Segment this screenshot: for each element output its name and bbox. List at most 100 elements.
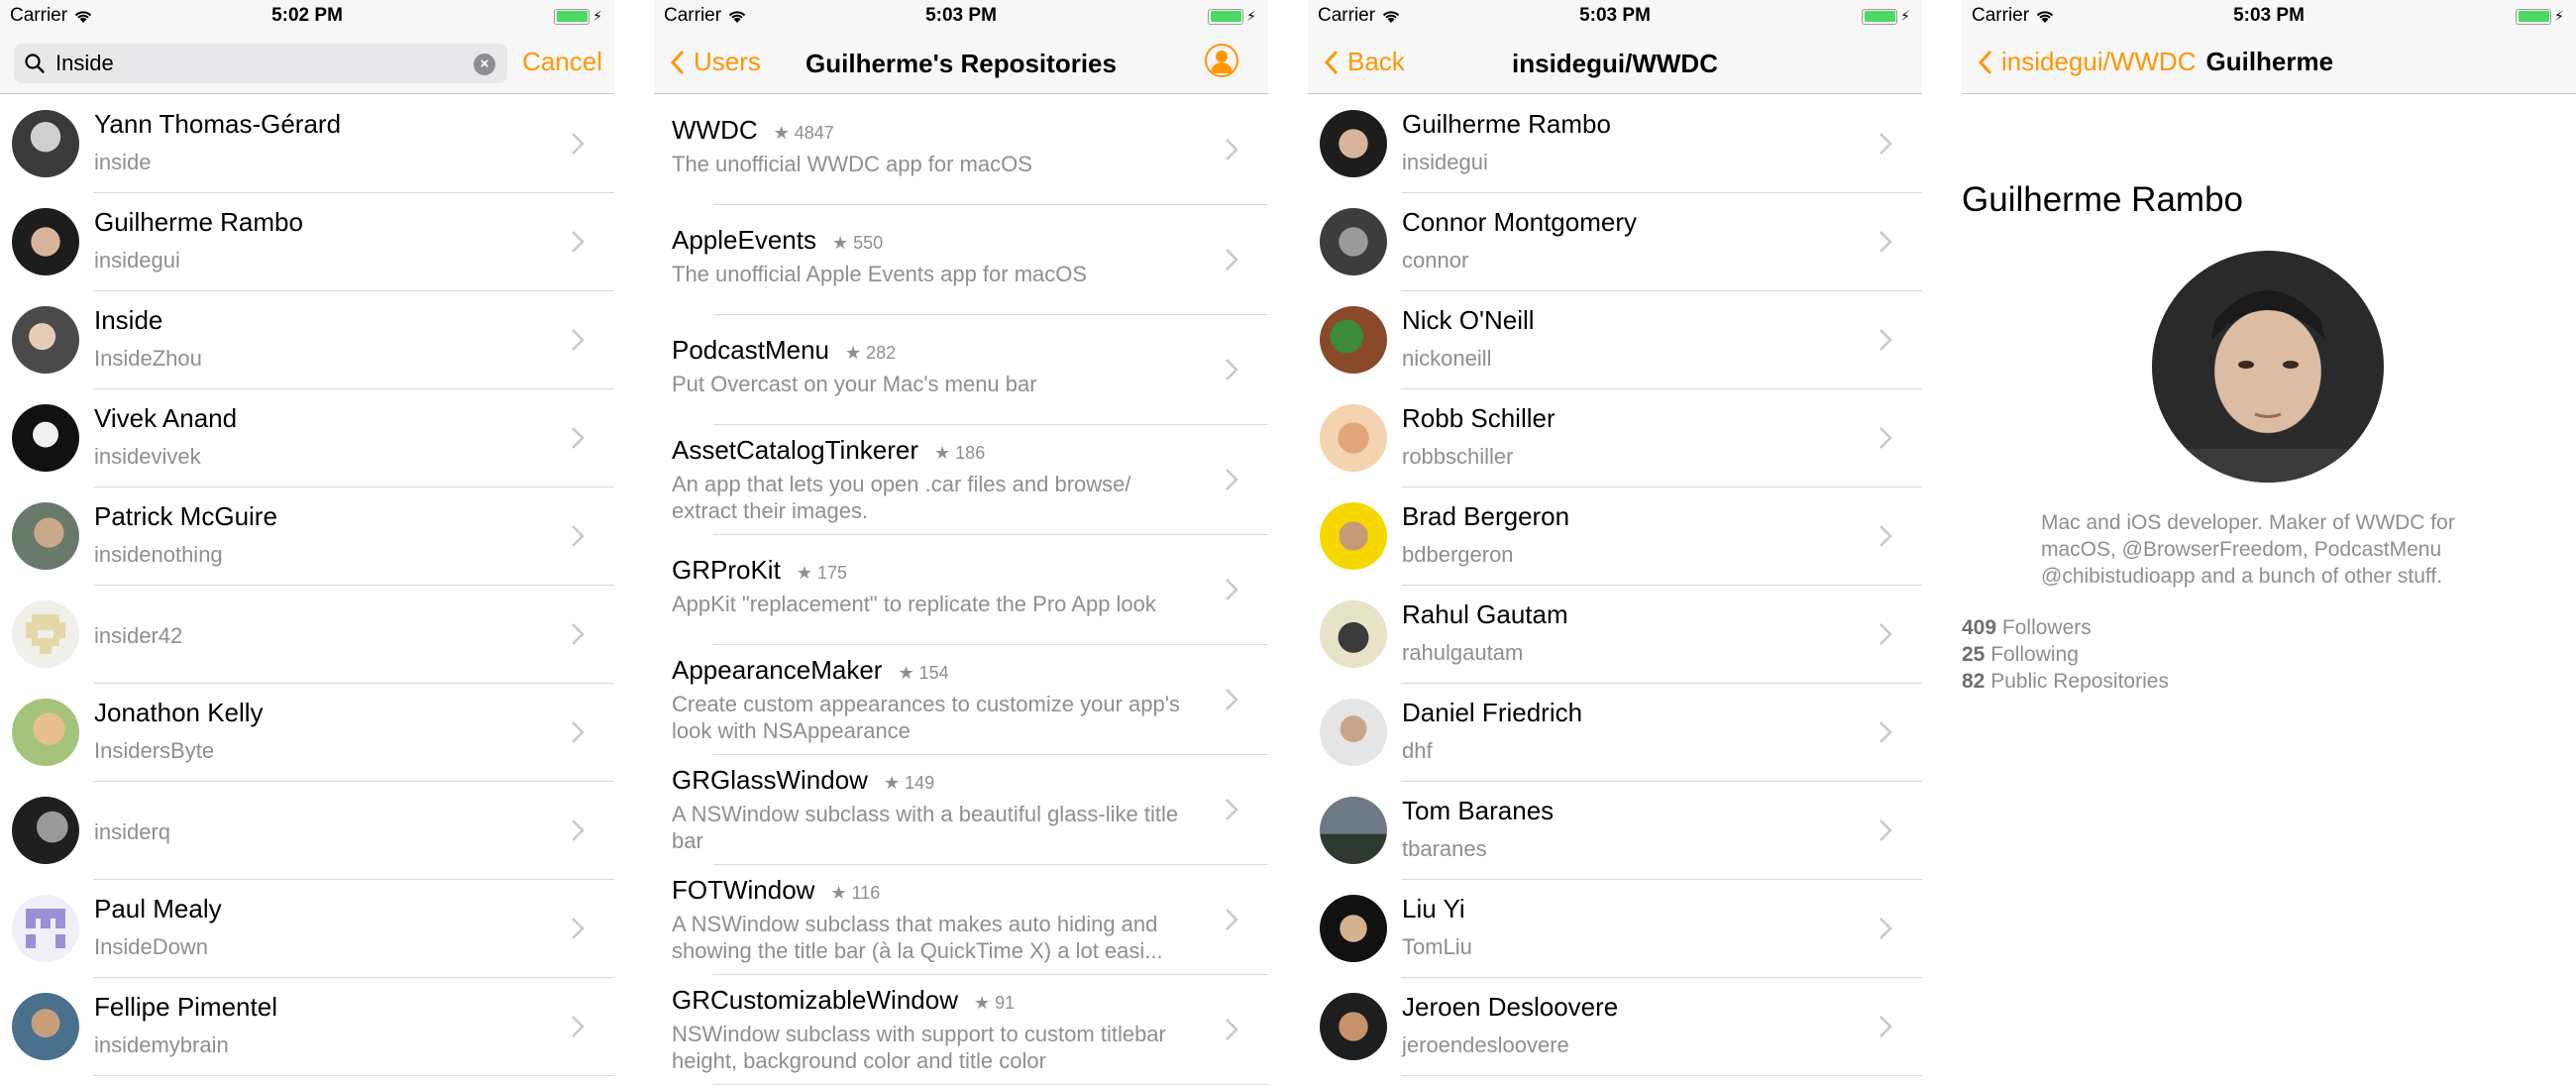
user-name: Nick O'Neill xyxy=(1402,305,1535,335)
chevron-right-icon xyxy=(1226,579,1238,600)
user-login: TomLiu xyxy=(1402,934,1472,959)
list-item[interactable]: Jonathon Kelly InsidersByte xyxy=(0,684,614,782)
repository-row[interactable]: AppleEvents ★ 550 The unofficial Apple Ev… xyxy=(654,205,1268,315)
user-name: Jeroen Desloovere xyxy=(1402,992,1619,1022)
chevron-right-icon xyxy=(1226,689,1238,710)
status-time: 5:02 PM xyxy=(271,5,343,26)
list-item[interactable]: Robb Schiller robbschiller xyxy=(1308,389,1922,488)
user-login: connor xyxy=(1402,248,1469,272)
repo-description: AppKit "replacement" to replicate the Pr… xyxy=(672,592,1156,616)
user-login: bdbergeron xyxy=(1402,542,1514,567)
user-name: Rahul Gautam xyxy=(1402,599,1568,629)
user-name: Patrick McGuire xyxy=(94,501,277,531)
user-login: insider42 xyxy=(94,623,183,648)
list-item[interactable]: Fellipe Pimentel insidemybrain xyxy=(0,978,614,1076)
list-item[interactable]: Paul Mealy InsideDown xyxy=(0,880,614,978)
user-name: Guilherme Rambo xyxy=(1402,109,1611,139)
list-item[interactable]: Inside InsideZhou xyxy=(0,291,614,389)
list-item[interactable]: Jeroen Desloovere jeroendesloovere xyxy=(1308,978,1922,1076)
screen-user-search: Carrier 5:02 PM ⚡ × Cancel Yann Thomas-G… xyxy=(0,0,614,1085)
battery-icon: ⚡ xyxy=(1208,8,1256,25)
list-item[interactable]: Rahul Gautam rahulgautam xyxy=(1308,586,1922,684)
list-item[interactable]: Nick O'Neill nickoneill xyxy=(1308,291,1922,389)
repo-description: A NSWindow subclass with a beautiful gla… xyxy=(672,802,1179,853)
avatar xyxy=(1320,404,1387,472)
repo-description: NSWindow subclass with support to custom… xyxy=(672,1022,1166,1073)
avatar xyxy=(1320,208,1387,275)
status-bar: Carrier 5:03 PM ⚡ xyxy=(654,0,1268,33)
list-item[interactable]: insider42 xyxy=(0,586,614,684)
repo-name: AppearanceMaker xyxy=(672,655,883,685)
list-item[interactable]: Liu Yi TomLiu xyxy=(1308,880,1922,978)
list-item[interactable]: Brad Bergeron bdbergeron xyxy=(1308,488,1922,586)
repository-row[interactable]: GRCustomizableWindow ★ 91 NSWindow subcla… xyxy=(654,975,1268,1085)
user-name: Yann Thomas-Gérard xyxy=(94,109,342,139)
following-stat[interactable]: 25 Following xyxy=(1962,641,2576,668)
repo-stars: ★ 116 xyxy=(830,883,881,903)
list-item[interactable]: Vivek Anand insidevivek xyxy=(0,389,614,488)
list-item[interactable]: insiderq xyxy=(0,782,614,880)
status-bar: Carrier 5:03 PM ⚡ xyxy=(1308,0,1922,33)
list-item[interactable]: Guilherme Rambo insidegui xyxy=(1308,95,1922,193)
repo-description: Put Overcast on your Mac's menu bar xyxy=(672,372,1037,396)
avatar xyxy=(12,993,79,1060)
chevron-right-icon xyxy=(1879,623,1892,645)
search-field[interactable]: × xyxy=(14,44,507,83)
list-item[interactable]: Patrick McGuire insidenothing xyxy=(0,488,614,586)
list-item[interactable]: Yann Thomas-Gérard inside xyxy=(0,95,614,193)
status-bar: Carrier 5:03 PM ⚡ xyxy=(1962,0,2576,33)
chevron-right-icon xyxy=(1226,909,1238,930)
chevron-right-icon xyxy=(1879,918,1892,939)
repository-row[interactable]: GRProKit ★ 175 AppKit "replacement" to re… xyxy=(654,535,1268,645)
user-name: Guilherme Rambo xyxy=(94,207,303,237)
followers-stat[interactable]: 409 Followers xyxy=(1962,614,2576,641)
user-name: Fellipe Pimentel xyxy=(94,992,277,1022)
chevron-right-icon xyxy=(1226,1019,1238,1040)
repo-stars: ★ 282 xyxy=(844,343,897,363)
repo-name: FOTWindow xyxy=(672,875,815,905)
list-item[interactable]: Tom Baranes tbaranes xyxy=(1308,782,1922,880)
user-name: Liu Yi xyxy=(1402,894,1465,923)
chevron-right-icon xyxy=(572,819,585,841)
chevron-right-icon xyxy=(572,427,585,449)
profile-stats: 409 Followers 25 Following 82 Public Rep… xyxy=(1962,614,2576,695)
repository-row[interactable]: FOTWindow ★ 116 A NSWindow subclass that … xyxy=(654,865,1268,975)
chevron-right-icon xyxy=(572,231,585,253)
list-item[interactable]: Guilherme Rambo insidegui xyxy=(0,193,614,291)
user-name: Inside xyxy=(94,305,163,335)
user-name: Robb Schiller xyxy=(1402,403,1556,433)
avatar xyxy=(12,208,79,275)
back-button[interactable]: insidegui/WWDC Guilherme xyxy=(1978,47,2333,77)
repo-name: GRCustomizableWindow xyxy=(672,985,958,1015)
avatar xyxy=(1320,110,1387,177)
cancel-button[interactable]: Cancel xyxy=(522,47,602,77)
avatar xyxy=(12,306,79,374)
avatar xyxy=(12,404,79,472)
repository-row[interactable]: PodcastMenu ★ 282 Put Overcast on your Ma… xyxy=(654,315,1268,425)
repo-name: GRGlassWindow xyxy=(672,765,868,795)
user-login: nickoneill xyxy=(1402,346,1492,371)
repo-description: A NSWindow subclass that makes auto hidi… xyxy=(672,912,1163,963)
user-name: Vivek Anand xyxy=(94,403,238,433)
avatar xyxy=(12,895,79,962)
repos-stat[interactable]: 82 Public Repositories xyxy=(1962,668,2576,695)
repo-description: The unofficial Apple Events app for macO… xyxy=(672,262,1088,286)
repo-name: WWDC xyxy=(672,115,758,145)
search-input[interactable] xyxy=(55,51,452,76)
user-login: insidevivek xyxy=(94,444,201,469)
list-item[interactable]: Connor Montgomery connor xyxy=(1308,193,1922,291)
screen-contributors: Carrier 5:03 PM ⚡ Back insidegui/WWDC Gu… xyxy=(1308,0,1922,1085)
avatar xyxy=(1320,306,1387,374)
followers-label: Followers xyxy=(2001,616,2092,639)
clear-icon[interactable]: × xyxy=(474,54,495,75)
user-avatar-icon[interactable] xyxy=(1205,44,1238,77)
repository-row[interactable]: AppearanceMaker ★ 154 Create custom appea… xyxy=(654,645,1268,755)
navigation-bar: Users Guilherme's Repositories xyxy=(654,33,1268,94)
back-label: insidegui/WWDC xyxy=(2001,47,2197,76)
list-item[interactable]: Daniel Friedrich dhf xyxy=(1308,684,1922,782)
repository-row[interactable]: AssetCatalogTinkerer ★ 186 An app that le… xyxy=(654,425,1268,535)
repository-row[interactable]: GRGlassWindow ★ 149 A NSWindow subclass w… xyxy=(654,755,1268,865)
page-title: insidegui/WWDC xyxy=(1512,49,1718,78)
repository-row[interactable]: WWDC ★ 4847 The unofficial WWDC app for m… xyxy=(654,95,1268,205)
chevron-right-icon xyxy=(1879,329,1892,351)
